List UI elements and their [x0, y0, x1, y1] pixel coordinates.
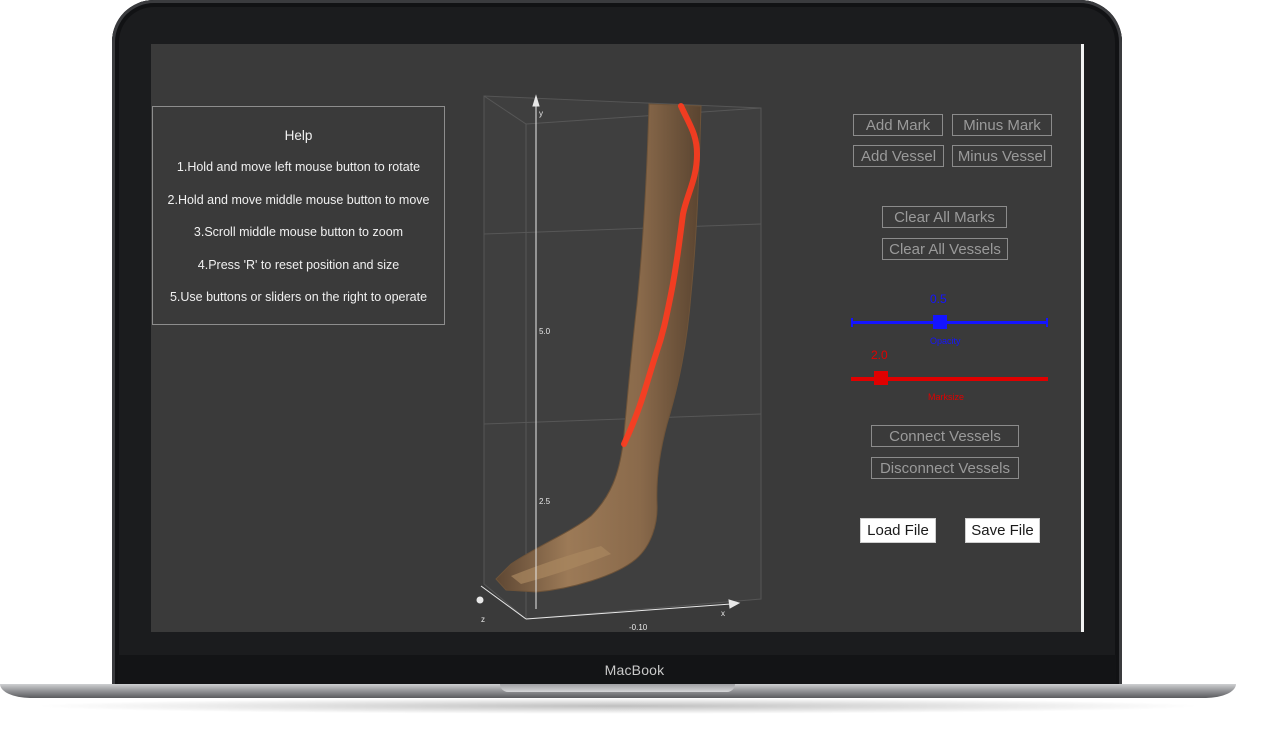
marksize-slider[interactable] — [851, 371, 1048, 386]
help-title: Help — [284, 128, 313, 143]
help-line-2: 2.Hold and move middle mouse button to m… — [167, 193, 430, 207]
marksize-slider-handle[interactable] — [873, 371, 888, 385]
opacity-slider[interactable] — [851, 315, 1048, 330]
y-tick-low: 2.5 — [539, 497, 551, 506]
marksize-label: Marksize — [928, 392, 965, 402]
help-line-3: 3.Scroll middle mouse button to zoom — [193, 225, 404, 239]
opacity-label: Opacity — [930, 336, 961, 346]
brand-label: MacBook — [604, 662, 665, 678]
connect-vessels-button[interactable]: Connect Vessels — [871, 425, 1019, 447]
app-screen: Help 1.Hold and move left mouse button t… — [151, 44, 1081, 632]
add-vessel-button[interactable]: Add Vessel — [853, 145, 944, 167]
help-line-4: 4.Press 'R' to reset position and size — [197, 258, 400, 272]
load-file-button[interactable]: Load File — [860, 518, 936, 543]
disconnect-vessels-button[interactable]: Disconnect Vessels — [871, 457, 1019, 479]
x-axis-label: x — [721, 609, 725, 618]
screen-edge — [1081, 44, 1084, 632]
clear-all-marks-button[interactable]: Clear All Marks — [882, 206, 1007, 228]
add-mark-button[interactable]: Add Mark — [853, 114, 943, 136]
help-panel: Help 1.Hold and move left mouse button t… — [152, 106, 445, 325]
y-tick-mid: 5.0 — [539, 327, 551, 336]
opacity-value: 0.5 — [930, 292, 947, 306]
opacity-slider-handle[interactable] — [932, 315, 947, 329]
save-file-button[interactable]: Save File — [965, 518, 1040, 543]
help-line-1: 1.Hold and move left mouse button to rot… — [176, 160, 421, 174]
minus-vessel-button[interactable]: Minus Vessel — [952, 145, 1052, 167]
opacity-slider-cap-right — [1046, 318, 1048, 327]
3d-viewport[interactable]: y x z 5.0 2.5 -0.10 — [451, 84, 781, 632]
opacity-slider-track — [851, 321, 1048, 324]
marksize-value: 2.0 — [871, 348, 888, 362]
laptop-shadow — [30, 698, 1206, 714]
help-line-5: 5.Use buttons or sliders on the right to… — [169, 290, 428, 304]
z-axis-label: z — [481, 615, 485, 624]
laptop-notch — [500, 684, 735, 692]
minus-mark-button[interactable]: Minus Mark — [952, 114, 1052, 136]
clear-all-vessels-button[interactable]: Clear All Vessels — [882, 238, 1008, 260]
x-tick-mid: -0.10 — [629, 623, 648, 632]
y-axis-label: y — [539, 109, 543, 118]
